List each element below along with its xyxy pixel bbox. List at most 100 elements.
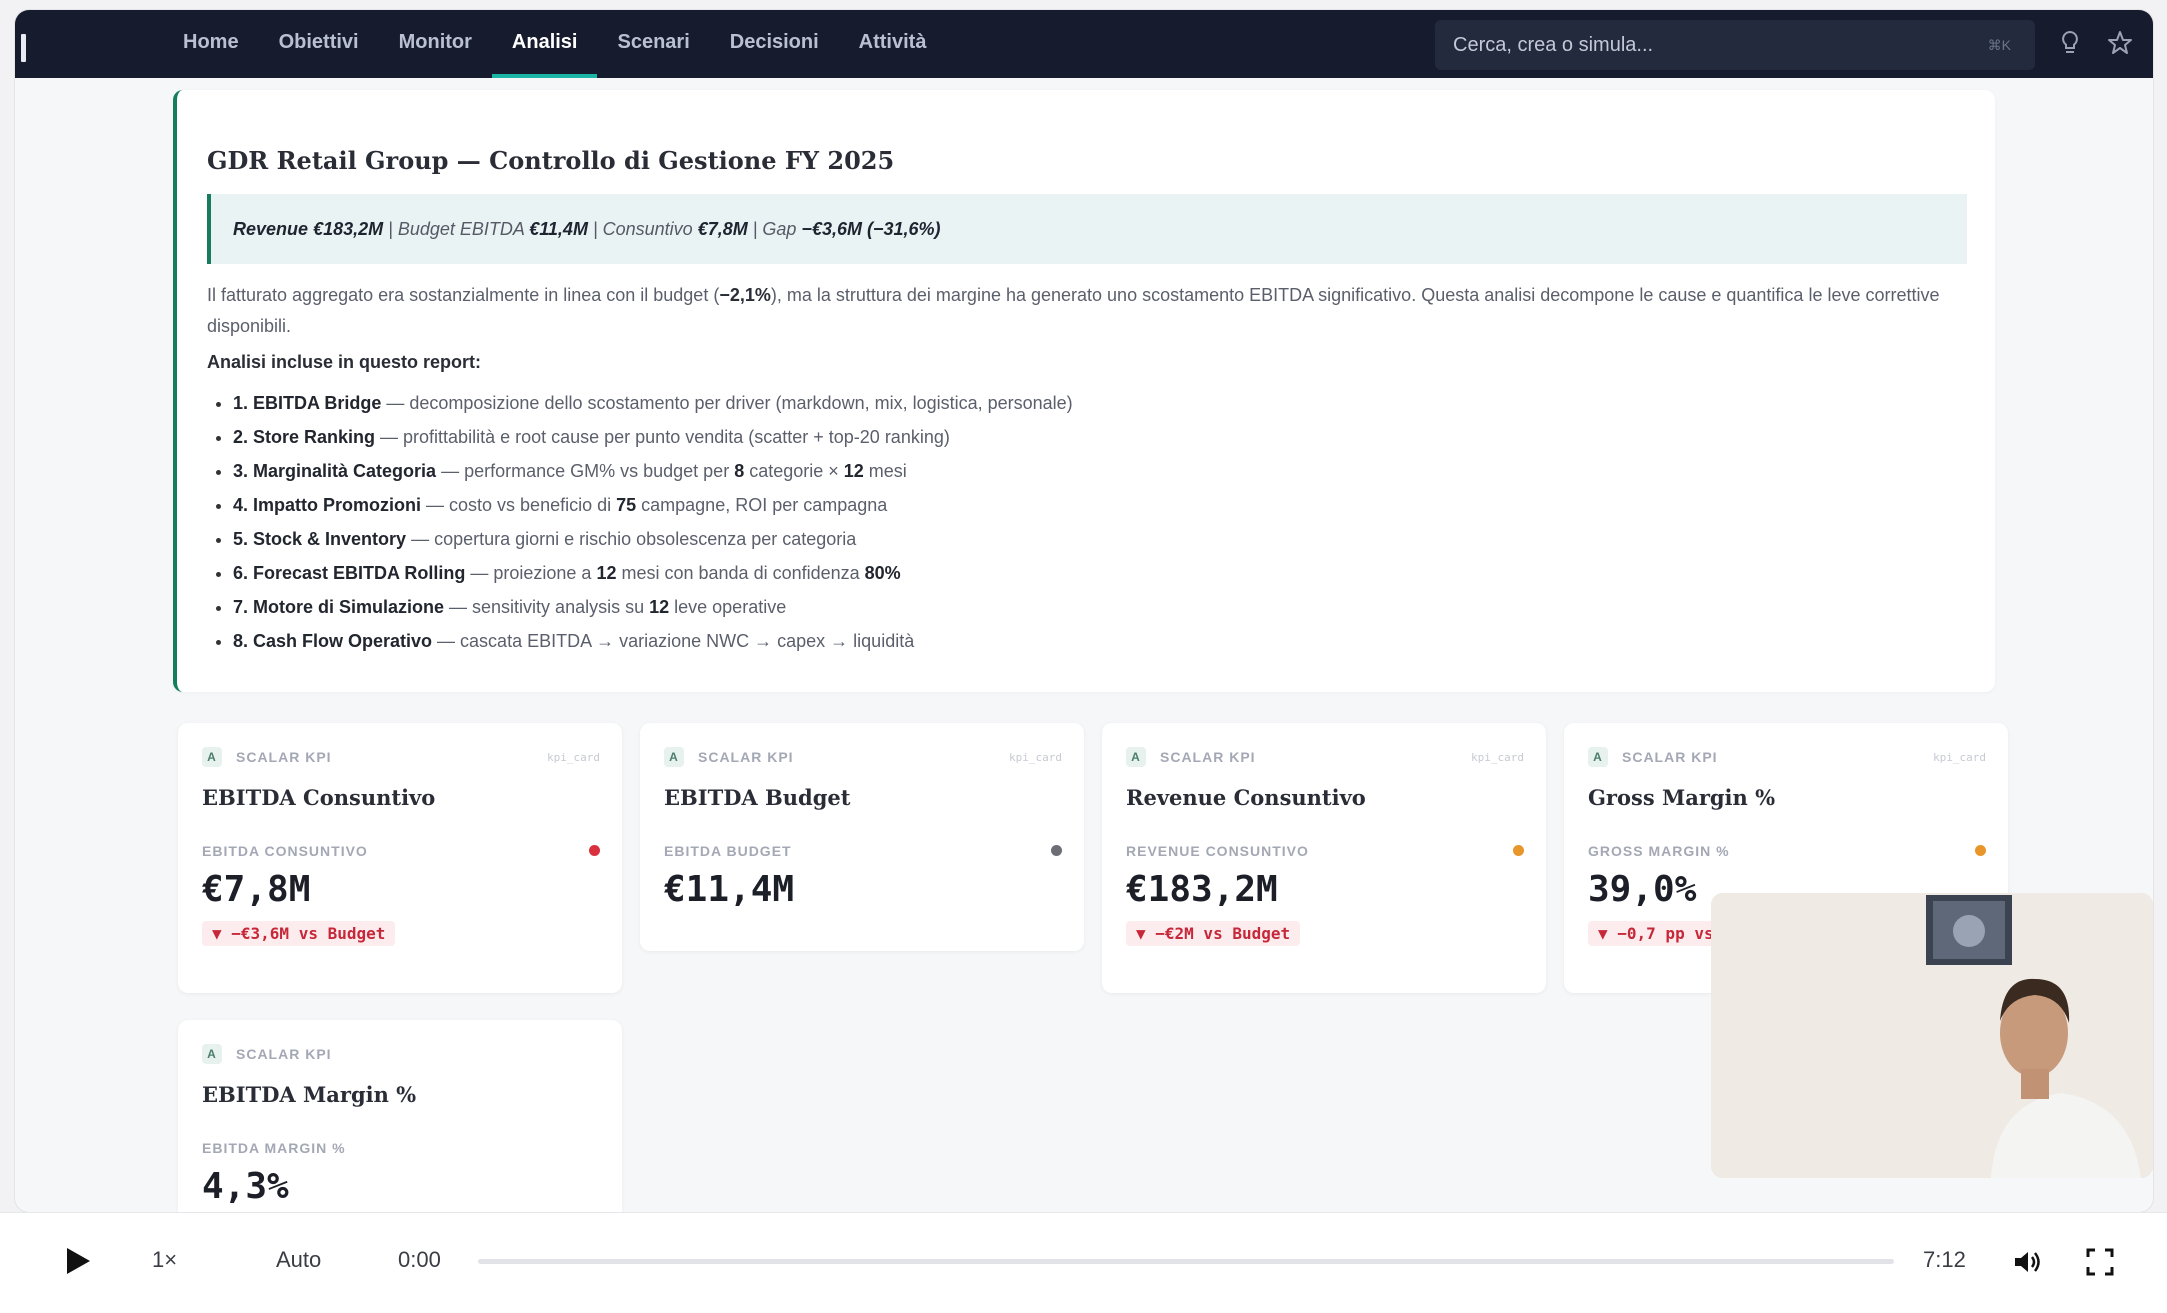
kpi-tag-label: SCALAR KPI — [1160, 749, 1256, 765]
analysis-desc: — decomposizione dello scostamento per d… — [381, 393, 1073, 413]
list-item: 8. Cash Flow Operativo — cascata EBITDA … — [233, 624, 1073, 658]
play-icon[interactable] — [60, 1244, 94, 1278]
video-player-controls: 1× Auto 0:00 7:12 — [0, 1212, 2167, 1313]
kpi-metric-label: EBITDA BUDGET — [664, 843, 792, 859]
summary-revenue-label: Revenue — [233, 219, 309, 239]
kpi-card-ebitda-margin[interactable]: A SCALAR KPI EBITDA Margin % EBITDA MARGI… — [178, 1020, 622, 1212]
search-input[interactable]: Cerca, crea o simula... ⌘K — [1435, 20, 2035, 70]
kpi-value: €183,2M — [1126, 869, 1278, 910]
summary-gap-label: Gap — [762, 219, 797, 239]
kpi-card-revenue-consuntivo[interactable]: A SCALAR KPI kpi_card Revenue Consuntivo … — [1102, 723, 1546, 993]
analysis-name: 1. EBITDA Bridge — [233, 393, 382, 413]
fullscreen-icon[interactable] — [2084, 1246, 2116, 1278]
summary-revenue-value: €183,2M — [313, 219, 384, 239]
lightbulb-icon[interactable] — [2057, 30, 2083, 56]
analysis-desc: — costo vs beneficio di — [421, 495, 617, 515]
kpi-card-ebitda-consuntivo[interactable]: A SCALAR KPI kpi_card EBITDA Consuntivo E… — [178, 723, 622, 993]
kpi-badge: A — [202, 1044, 222, 1064]
summary-consuntivo-label: Consuntivo — [602, 219, 693, 239]
nav-analisi[interactable]: Analisi — [491, 10, 598, 78]
kpi-card-ebitda-budget[interactable]: A SCALAR KPI kpi_card EBITDA Budget EBITD… — [640, 723, 1084, 951]
analysis-name: 3. Marginalità Categoria — [233, 461, 437, 481]
status-dot — [1513, 845, 1524, 856]
analysis-desc: leve operative — [669, 597, 787, 617]
analysis-number: 12 — [843, 461, 864, 481]
star-icon[interactable] — [2107, 30, 2133, 56]
search-shortcut: ⌘K — [1987, 37, 2011, 53]
kpi-title: Gross Margin % — [1588, 785, 1776, 810]
report-intro-card: GDR Retail Group — Controllo di Gestione… — [173, 90, 1995, 692]
nav-attivita[interactable]: Attività — [839, 10, 947, 78]
kpi-delta-badge: ▼ −€3,6M vs Budget — [202, 921, 396, 946]
kpi-delta-badge: ▼ −€2M vs Budget — [1126, 921, 1301, 946]
progress-bar[interactable] — [478, 1259, 1894, 1264]
current-time: 0:00 — [398, 1247, 441, 1272]
analysis-name: 2. Store Ranking — [233, 427, 376, 447]
summary-consuntivo-value: €7,8M — [697, 219, 748, 239]
nav-monitor[interactable]: Monitor — [379, 10, 492, 78]
kpi-badge: A — [664, 747, 684, 767]
kpi-type-tag: A SCALAR KPI — [202, 747, 332, 767]
kpi-value: 4,3% — [202, 1166, 289, 1207]
nav-links: Home Obiettivi Monitor Analisi Scenari D… — [163, 10, 946, 78]
list-item: 5. Stock & Inventory — copertura giorni … — [233, 522, 1073, 556]
analysis-desc: campagne, ROI per campagna — [636, 495, 888, 515]
nav-home[interactable]: Home — [163, 10, 259, 78]
analysis-number: 75 — [616, 495, 637, 515]
report-description: Il fatturato aggregato era sostanzialmen… — [207, 280, 1967, 342]
kpi-value: €11,4M — [664, 869, 795, 910]
app-logo[interactable] — [21, 34, 26, 62]
kpi-code: kpi_card — [1009, 751, 1062, 764]
kpi-code: kpi_card — [1471, 751, 1524, 764]
analysis-desc: — cascata EBITDA → variazione NWC → cape… — [432, 631, 915, 651]
analysis-number: 12 — [649, 597, 670, 617]
report-summary-banner: Revenue €183,2M | Budget EBITDA €11,4M |… — [207, 194, 1967, 264]
analysis-number: 12 — [596, 563, 617, 583]
analysis-number: 8 — [734, 461, 745, 481]
analyses-heading: Analisi incluse in questo report: — [207, 352, 482, 372]
list-item: 7. Motore di Simulazione — sensitivity a… — [233, 590, 1073, 624]
list-item: 6. Forecast EBITDA Rolling — proiezione … — [233, 556, 1073, 590]
kpi-metric-label: EBITDA MARGIN % — [202, 1140, 346, 1156]
analysis-desc: — sensitivity analysis su — [444, 597, 650, 617]
summary-budget-label: Budget EBITDA — [397, 219, 525, 239]
kpi-type-tag: A SCALAR KPI — [1126, 747, 1256, 767]
list-item: 4. Impatto Promozioni — costo vs benefic… — [233, 488, 1073, 522]
description-highlight: −2,1% — [719, 285, 771, 305]
kpi-badge: A — [202, 747, 222, 767]
analysis-desc: — performance GM% vs budget per — [436, 461, 735, 481]
kpi-tag-label: SCALAR KPI — [1622, 749, 1718, 765]
nav-scenari[interactable]: Scenari — [597, 10, 709, 78]
nav-decisioni[interactable]: Decisioni — [710, 10, 839, 78]
kpi-badge: A — [1126, 747, 1146, 767]
analysis-name: 6. Forecast EBITDA Rolling — [233, 563, 466, 583]
analysis-desc: — proiezione a — [465, 563, 597, 583]
kpi-metric-label: REVENUE CONSUNTIVO — [1126, 843, 1309, 859]
list-item: 2. Store Ranking — profittabilità e root… — [233, 420, 1073, 454]
analysis-desc: mesi — [863, 461, 907, 481]
playback-speed-button[interactable]: 1× — [152, 1247, 177, 1273]
kpi-metric-label: GROSS MARGIN % — [1588, 843, 1730, 859]
analysis-desc: — profittabilità e root cause per punto … — [375, 427, 950, 447]
presenter-video[interactable] — [1711, 893, 2153, 1178]
nav-obiettivi[interactable]: Obiettivi — [259, 10, 379, 78]
kpi-title: EBITDA Consuntivo — [202, 785, 436, 810]
presenter-video-frame — [1711, 893, 2153, 1178]
analysis-number: 80% — [864, 563, 901, 583]
kpi-title: EBITDA Margin % — [202, 1082, 417, 1107]
volume-icon[interactable] — [2012, 1246, 2044, 1278]
analysis-name: 5. Stock & Inventory — [233, 529, 407, 549]
analysis-desc: mesi con banda di confidenza — [616, 563, 865, 583]
kpi-title: EBITDA Budget — [664, 785, 851, 810]
status-dot — [1975, 845, 1986, 856]
analysis-name: 4. Impatto Promozioni — [233, 495, 422, 515]
report-title: GDR Retail Group — Controllo di Gestione… — [207, 146, 895, 175]
analyses-list: 1. EBITDA Bridge — decomposizione dello … — [207, 386, 1073, 658]
summary-budget-value: €11,4M — [529, 219, 588, 239]
kpi-value: €7,8M — [202, 869, 311, 910]
list-item: 3. Marginalità Categoria — performance G… — [233, 454, 1073, 488]
kpi-metric-label: EBITDA CONSUNTIVO — [202, 843, 368, 859]
status-dot — [589, 845, 600, 856]
quality-button[interactable]: Auto — [276, 1247, 321, 1273]
kpi-delta-badge: ▼ −0,7 pp vs — [1588, 921, 1724, 946]
